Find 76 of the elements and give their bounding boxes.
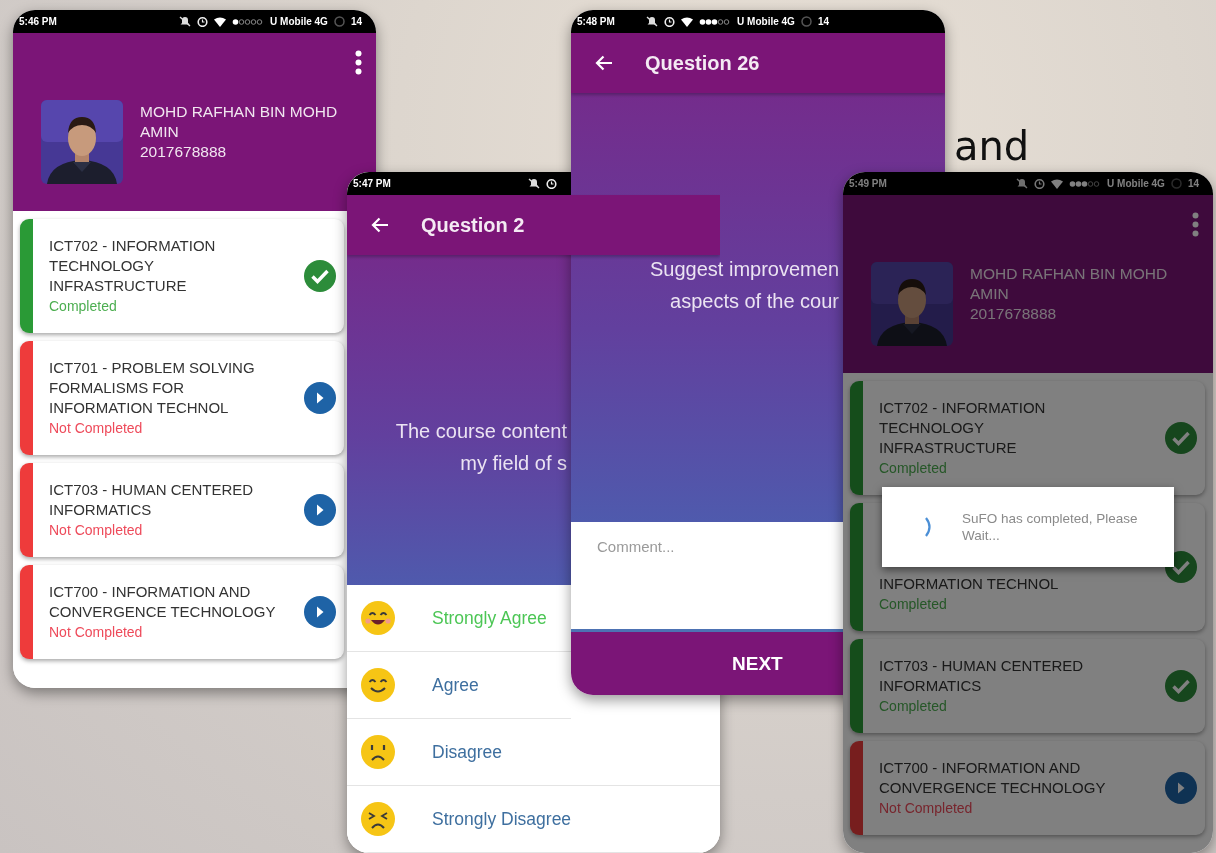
bell-off-icon [179, 16, 192, 27]
student-name: MOHD RAFHAN BIN MOHD AMIN [140, 102, 339, 142]
bell-off-icon [646, 16, 659, 27]
bell-off-icon [528, 178, 540, 189]
smiling-face-icon [361, 668, 395, 702]
course-card[interactable]: ICT700 - INFORMATION AND CONVERGENCE TECHNOLOGY Not Completed [20, 565, 344, 659]
course-card[interactable]: ICT700 - INFORMATION AND CONVERGENCE TECHNOLOGY Not Completed [850, 741, 1205, 835]
student-name: MOHD RAFHAN BIN MOHD AMIN [970, 264, 1169, 304]
signal-icon [1069, 179, 1102, 188]
play-circle-icon[interactable] [304, 382, 336, 414]
course-status: Completed [879, 697, 948, 716]
check-circle-icon [304, 260, 336, 292]
course-title: ICT702 - INFORMATION TECHNOLOGY INFRASTRUCTURE [49, 236, 217, 296]
play-circle-icon[interactable] [1165, 772, 1197, 804]
battery-percent: 14 [817, 16, 829, 27]
course-card[interactable]: ICT703 - HUMAN CENTERED INFORMATICS Completed [850, 639, 1205, 733]
course-title: ICT700 - INFORMATION AND CONVERGENCE TECHNOLOGY [879, 758, 1107, 798]
battery-percent: 14 [350, 16, 362, 27]
student-id: 2017678888 [970, 304, 1058, 324]
course-card[interactable]: ICT702 - INFORMATION TECHNOLOGY INFRASTRUCTURE Completed [20, 219, 344, 333]
alarm-clock-icon [664, 16, 676, 27]
alarm-clock-icon [1034, 178, 1046, 189]
status-time: 5:47 PM [353, 178, 391, 189]
status-time: 5:48 PM [577, 16, 615, 27]
course-status: Completed [49, 297, 118, 316]
battery-icon [800, 16, 812, 27]
course-status: Not Completed [49, 521, 144, 540]
play-circle-icon[interactable] [304, 494, 336, 526]
battery-icon [1170, 178, 1182, 189]
frowning-face-icon [361, 735, 395, 769]
laughing-face-icon [361, 601, 395, 635]
course-title: ICT702 - INFORMATION TECHNOLOGY INFRASTRUCTURE [879, 398, 1047, 458]
more-options-icon[interactable] [355, 50, 362, 75]
wifi-icon [214, 16, 227, 27]
course-title: ICT700 - INFORMATION AND CONVERGENCE TECHNOLOGY [49, 582, 277, 622]
question-text: The course content my field of s [394, 419, 568, 476]
back-icon[interactable] [371, 217, 389, 233]
squinting-face-icon [361, 802, 395, 836]
course-card[interactable]: ICT702 - INFORMATION TECHNOLOGY INFRASTRUCTURE Completed [850, 381, 1205, 495]
course-title: ICT703 - HUMAN CENTERED INFORMATICS [879, 656, 1085, 696]
signal-icon [699, 17, 732, 26]
battery-icon [333, 16, 345, 27]
course-card[interactable]: ICT701 - PROBLEM SOLVING FORMALISMS FOR INFORMATION TECHNOL Not Completed [20, 341, 344, 455]
alarm-clock-icon [546, 178, 557, 189]
course-status: Not Completed [49, 623, 144, 642]
check-circle-icon [1165, 422, 1197, 454]
student-id: 2017678888 [140, 142, 228, 162]
carrier-name: U Mobile 4G [1107, 178, 1165, 189]
status-time: 5:46 PM [19, 16, 57, 27]
course-title: ICT703 - HUMAN CENTERED INFORMATICS [49, 480, 255, 520]
signal-icon [232, 17, 265, 26]
course-card[interactable]: ICT703 - HUMAN CENTERED INFORMATICS Not Completed [20, 463, 344, 557]
back-icon[interactable] [595, 55, 613, 71]
wifi-icon [1051, 178, 1064, 189]
background-text: and [954, 124, 1030, 168]
course-status: Not Completed [879, 799, 974, 818]
carrier-name: U Mobile 4G [270, 16, 328, 27]
dialog-message: SuFO has completed, Please Wait... [962, 510, 1139, 544]
status-time: 5:49 PM [849, 178, 887, 189]
screen-title: Question 26 [645, 51, 760, 75]
wifi-icon [681, 16, 694, 27]
question-text: Suggest improvemen aspects of the cour [649, 257, 840, 314]
course-status: Completed [879, 459, 948, 478]
more-options-icon[interactable] [1192, 212, 1199, 237]
check-circle-icon [1165, 670, 1197, 702]
battery-percent: 14 [1187, 178, 1199, 189]
course-title: ICT701 - PROBLEM SOLVING FORMALISMS FOR INFORMATION TECHNOL [49, 358, 256, 418]
bell-off-icon [1016, 178, 1029, 189]
screen-title: Question 2 [421, 213, 525, 237]
next-button[interactable]: NEXT [571, 632, 843, 695]
carrier-name: U Mobile 4G [737, 16, 795, 27]
loading-spinner-icon [924, 516, 934, 538]
alarm-clock-icon [197, 16, 209, 27]
play-circle-icon[interactable] [304, 596, 336, 628]
course-status: Completed [879, 595, 948, 614]
course-status: Not Completed [49, 419, 144, 438]
